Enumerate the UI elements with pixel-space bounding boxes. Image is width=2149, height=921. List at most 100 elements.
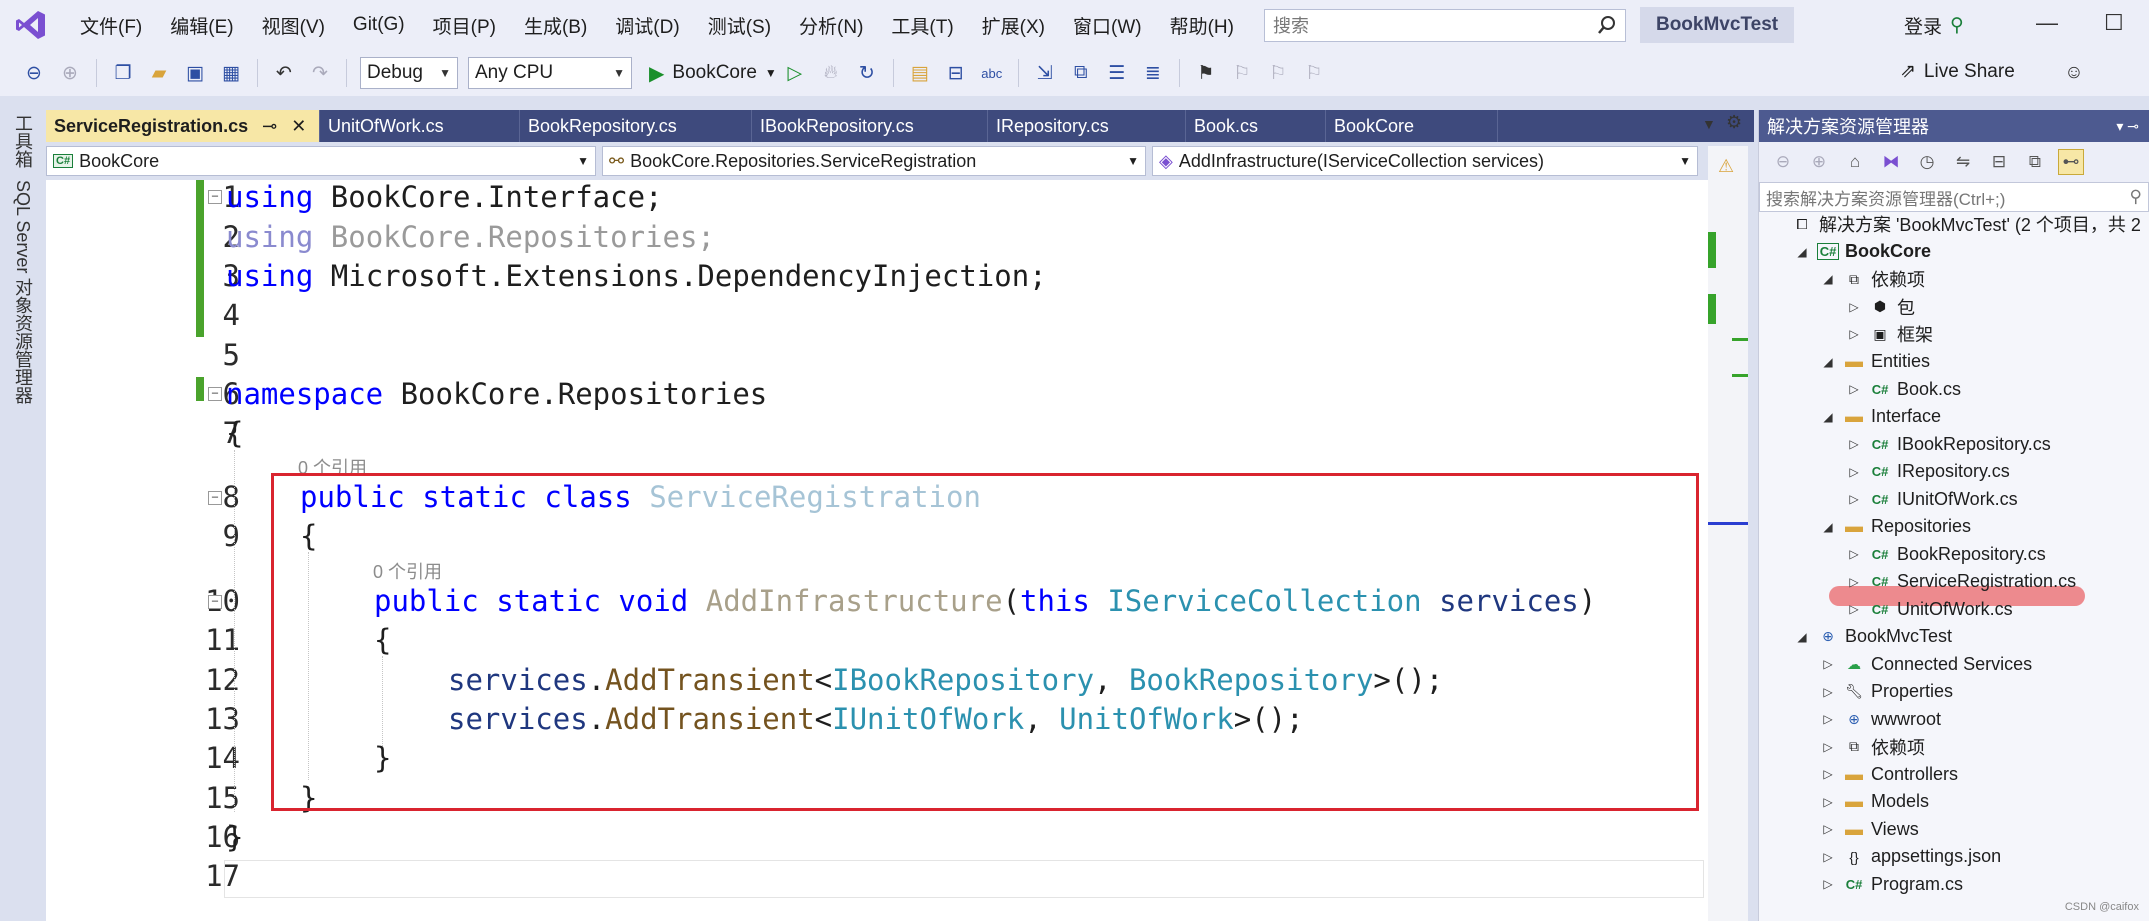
restart-icon[interactable]: ↻ bbox=[854, 60, 880, 86]
tree-item[interactable]: ▷ C# Book.cs bbox=[1845, 375, 1961, 403]
type-dropdown[interactable]: ⚯ BookCore.Repositories.ServiceRegistrat… bbox=[602, 146, 1146, 176]
start-debugging-button[interactable]: ▶ BookCore ▼ bbox=[649, 61, 777, 86]
tab-service-registration[interactable]: ServiceRegistration.cs ⊸ ✕ bbox=[46, 110, 320, 142]
tree-item[interactable]: ▷ C# IRepository.cs bbox=[1845, 458, 2009, 486]
tab-book[interactable]: Book.cs bbox=[1186, 110, 1326, 142]
sync-icon[interactable]: ⇋ bbox=[1950, 149, 1976, 175]
menu-git[interactable]: Git(G) bbox=[339, 14, 419, 36]
tree-item[interactable]: ▷ 🔧︎ Properties bbox=[1819, 678, 1953, 706]
expand-arrow-icon[interactable]: ▷ bbox=[1819, 657, 1837, 671]
tree-item[interactable]: ▷ ▬ Models bbox=[1819, 788, 1929, 816]
menu-debug[interactable]: 调试(D) bbox=[601, 12, 693, 39]
collapse-arrow-icon[interactable]: ◢ bbox=[1819, 410, 1837, 424]
back-icon[interactable]: ⊖ bbox=[1770, 149, 1796, 175]
expand-arrow-icon[interactable]: ▷ bbox=[1845, 575, 1863, 589]
tree-item[interactable]: ⧠ 解决方案 'BookMvcTest' (2 个项目，共 2 bbox=[1767, 210, 2141, 238]
global-search-input[interactable]: 搜索 bbox=[1263, 8, 1626, 42]
pin-icon[interactable]: ⊸ bbox=[262, 116, 277, 137]
menu-test[interactable]: 测试(S) bbox=[694, 12, 785, 39]
tree-item[interactable]: ◢ ▬ Entities bbox=[1819, 348, 1930, 376]
menu-extensions[interactable]: 扩展(X) bbox=[968, 12, 1059, 39]
menu-help[interactable]: 帮助(H) bbox=[1156, 12, 1248, 39]
menu-analyze[interactable]: 分析(N) bbox=[785, 12, 877, 39]
platform-select[interactable]: Any CPU ▼ bbox=[468, 57, 632, 89]
expand-arrow-icon[interactable]: ▷ bbox=[1819, 685, 1837, 699]
tree-item[interactable]: ▷ ⬢ 包 bbox=[1845, 293, 1915, 321]
tree-item[interactable]: ▷ C# IUnitOfWork.cs bbox=[1845, 485, 2017, 513]
tab-bookcore[interactable]: BookCore bbox=[1326, 110, 1498, 142]
tab-overflow-chevron-icon[interactable]: ▼ bbox=[1702, 116, 1716, 132]
menu-project[interactable]: 项目(P) bbox=[419, 12, 510, 39]
minimize-icon[interactable]: — bbox=[2036, 10, 2058, 36]
maximize-icon[interactable]: ☐ bbox=[2104, 10, 2124, 36]
home-icon[interactable]: ⌂ bbox=[1842, 149, 1868, 175]
tree-item[interactable]: ◢ ⊕ BookMvcTest bbox=[1793, 623, 1952, 651]
tree-item[interactable]: ▷ ▬ Controllers bbox=[1819, 760, 1958, 788]
browse-folder-icon[interactable]: ▤ bbox=[907, 60, 933, 86]
outdent-icon[interactable]: ☰ bbox=[1104, 60, 1130, 86]
project-dropdown[interactable]: C# BookCore ▼ bbox=[46, 146, 596, 176]
sign-in-button[interactable]: 登录 ⚲ bbox=[1904, 12, 1964, 39]
expand-arrow-icon[interactable]: ▷ bbox=[1845, 492, 1863, 506]
tree-item[interactable]: ▷ ▣ 框架 bbox=[1845, 320, 1933, 348]
show-all-files-icon[interactable]: ⧉ bbox=[2022, 149, 2048, 175]
navigate-back-icon[interactable]: ⊖ bbox=[21, 60, 47, 86]
save-icon[interactable]: ▣ bbox=[182, 60, 208, 86]
visual-studio-logo-icon[interactable] bbox=[14, 8, 48, 42]
pending-changes-icon[interactable]: ◷ bbox=[1914, 149, 1940, 175]
collapse-icon[interactable]: − bbox=[208, 190, 222, 204]
close-icon[interactable]: ✕ bbox=[291, 116, 306, 137]
toolbox-tab[interactable]: 工具箱 bbox=[10, 114, 36, 168]
collapse-icon[interactable]: − bbox=[208, 491, 222, 505]
spell-check-icon[interactable]: abc bbox=[979, 60, 1005, 86]
tree-item[interactable]: ▷ C# Program.cs bbox=[1819, 870, 1963, 898]
warning-icon[interactable]: ⚠ bbox=[1718, 156, 1734, 177]
next-bookmark-icon[interactable]: ⚐ bbox=[1265, 60, 1291, 86]
expand-arrow-icon[interactable]: ▷ bbox=[1819, 740, 1837, 754]
expand-arrow-icon[interactable]: ▷ bbox=[1819, 712, 1837, 726]
expand-arrow-icon[interactable]: ▷ bbox=[1845, 300, 1863, 314]
menu-edit[interactable]: 编辑(E) bbox=[156, 12, 247, 39]
collapse-arrow-icon[interactable]: ◢ bbox=[1819, 355, 1837, 369]
show-files-icon[interactable]: ⧉ bbox=[1068, 60, 1094, 86]
forward-icon[interactable]: ⊕ bbox=[1806, 149, 1832, 175]
solution-explorer-search[interactable]: 搜索解决方案资源管理器(Ctrl+;) ⚲ bbox=[1759, 182, 2149, 212]
menu-tools[interactable]: 工具(T) bbox=[877, 12, 967, 39]
expand-arrow-icon[interactable]: ▷ bbox=[1845, 547, 1863, 561]
tree-item[interactable]: ▷ ⧉ 依赖项 bbox=[1819, 733, 1925, 761]
tree-item[interactable]: ◢ ⧉ 依赖项 bbox=[1819, 265, 1925, 293]
menu-file[interactable]: 文件(F) bbox=[66, 12, 156, 39]
settings-gear-icon[interactable]: ⚙ bbox=[1726, 112, 1742, 133]
code-editor[interactable]: 1 2 3 4 5 6 7 8 9 10 11 12 13 14 15 16 1… bbox=[46, 180, 1708, 921]
collapse-arrow-icon[interactable]: ◢ bbox=[1793, 245, 1811, 259]
expand-arrow-icon[interactable]: ▷ bbox=[1819, 795, 1837, 809]
indent-icon[interactable]: ≣ bbox=[1140, 60, 1166, 86]
tree-item[interactable]: ▷ ▬ Views bbox=[1819, 815, 1918, 843]
collapse-all-icon[interactable]: ⊟ bbox=[1986, 149, 2012, 175]
collapse-arrow-icon[interactable]: ◢ bbox=[1819, 520, 1837, 534]
tree-item[interactable]: ▷ C# UnitOfWork.cs bbox=[1845, 595, 2012, 623]
expand-arrow-icon[interactable]: ▷ bbox=[1845, 602, 1863, 616]
tree-item[interactable]: ▷ C# ServiceRegistration.cs bbox=[1845, 568, 2076, 596]
tree-item[interactable]: ▷ ☁ Connected Services bbox=[1819, 650, 2032, 678]
bookmark-icon[interactable]: ⚑ bbox=[1193, 60, 1219, 86]
tab-ibook-repository[interactable]: IBookRepository.cs bbox=[752, 110, 988, 142]
panel-options-icon[interactable]: ▾ ⊸ bbox=[2116, 118, 2139, 135]
collapse-icon[interactable]: − bbox=[208, 595, 222, 609]
tree-item[interactable]: ◢ ▬ Interface bbox=[1819, 403, 1941, 431]
editor-overview-margin[interactable]: ⚠ bbox=[1708, 146, 1748, 921]
configuration-select[interactable]: Debug ▼ bbox=[360, 57, 458, 89]
tree-item[interactable]: ▷ ⊕ wwwroot bbox=[1819, 705, 1941, 733]
expand-arrow-icon[interactable]: ▷ bbox=[1845, 465, 1863, 479]
preview-selected-icon[interactable]: ⊷ bbox=[2058, 149, 2084, 175]
switch-views-icon[interactable]: ⧓ bbox=[1878, 149, 1904, 175]
tree-item[interactable]: ◢ C# BookCore bbox=[1793, 238, 1931, 266]
undo-icon[interactable]: ↶ bbox=[271, 60, 297, 86]
navigate-forward-icon[interactable]: ⊕ bbox=[57, 60, 83, 86]
expand-arrow-icon[interactable]: ▷ bbox=[1819, 850, 1837, 864]
step-into-icon[interactable]: ⇲ bbox=[1032, 60, 1058, 86]
expand-arrow-icon[interactable]: ▷ bbox=[1845, 327, 1863, 341]
tab-book-repository[interactable]: BookRepository.cs bbox=[520, 110, 752, 142]
expand-arrow-icon[interactable]: ▷ bbox=[1819, 877, 1837, 891]
open-folder-icon[interactable]: ▰ bbox=[146, 60, 172, 86]
